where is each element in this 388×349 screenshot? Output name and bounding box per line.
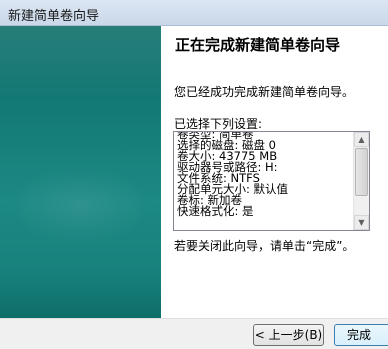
scroll-thumb[interactable] bbox=[355, 148, 368, 196]
settings-label: 已选择下列设置: bbox=[174, 117, 263, 131]
page-title: 正在完成新建简单卷向导 bbox=[175, 36, 341, 54]
settings-item-quick-format: 快速格式化: 是 bbox=[177, 204, 254, 218]
title-bar[interactable]: 新建简单卷向导 bbox=[0, 0, 388, 26]
wizard-content: 正在完成新建简单卷向导 您已经成功完成新建简单卷向导。 已选择下列设置: 卷类型… bbox=[161, 26, 388, 318]
button-bar: < 上一步(B) 完成 bbox=[0, 318, 388, 349]
settings-summary-box[interactable]: 卷类型: 简单卷 选择的磁盘: 磁盘 0 卷大小: 43775 MB 驱动器号或… bbox=[173, 131, 370, 231]
banner-glow bbox=[10, 166, 150, 246]
scroll-up-arrow-icon[interactable]: ▲ bbox=[354, 132, 369, 147]
wizard-window: 新建简单卷向导 正在完成新建简单卷向导 您已经成功完成新建简单卷向导。 已选择下… bbox=[0, 0, 388, 349]
banner-highlight bbox=[0, 26, 161, 96]
completion-message: 您已经成功完成新建简单卷向导。 bbox=[174, 85, 355, 99]
wizard-side-banner bbox=[0, 26, 161, 318]
close-instruction: 若要关闭此向导，请单击“完成”。 bbox=[174, 239, 355, 253]
vertical-scrollbar[interactable]: ▲ ▼ bbox=[353, 132, 369, 230]
finish-button[interactable]: 完成 bbox=[334, 324, 388, 346]
back-button[interactable]: < 上一步(B) bbox=[253, 324, 324, 346]
window-title: 新建简单卷向导 bbox=[8, 9, 100, 24]
scroll-down-arrow-icon[interactable]: ▼ bbox=[354, 215, 369, 230]
settings-list: 卷类型: 简单卷 选择的磁盘: 磁盘 0 卷大小: 43775 MB 驱动器号或… bbox=[177, 132, 352, 218]
